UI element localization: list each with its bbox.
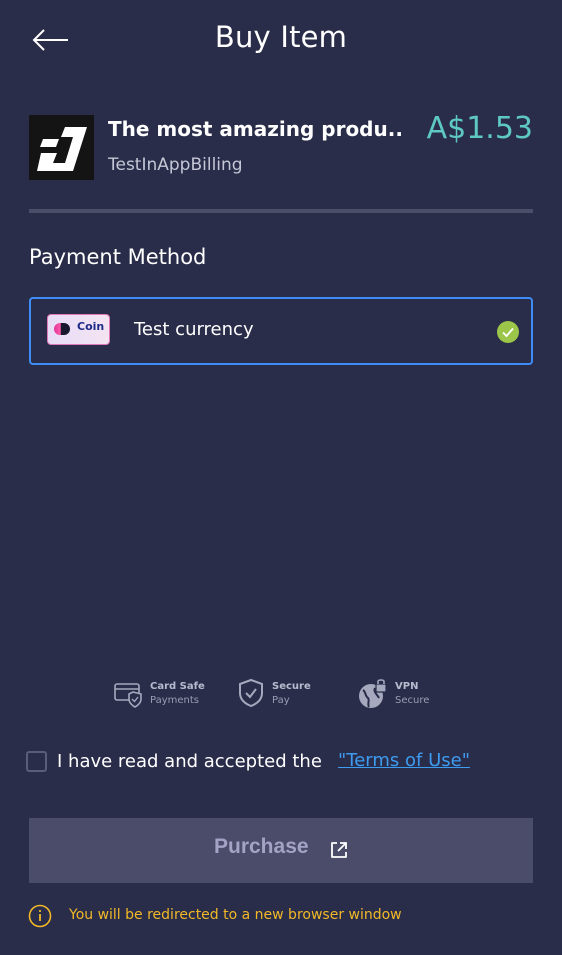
shield-check-icon: [239, 678, 263, 708]
coin-logo: Coin: [47, 314, 110, 345]
trust-badge-subtitle: Secure: [395, 695, 430, 706]
coin-badge-text: Coin: [77, 320, 105, 333]
trust-badge-card-safe: Card Safe Payments: [114, 676, 214, 712]
product-summary: The most amazing produ.. TestInAppBillin…: [29, 111, 533, 181]
terms-of-use-link[interactable]: "Terms of Use": [338, 750, 470, 771]
trust-badge-title: Secure: [272, 681, 311, 692]
terms-checkbox[interactable]: [26, 751, 47, 772]
payment-option-label: Test currency: [134, 319, 254, 340]
terms-row: I have read and accepted the "Terms of U…: [26, 750, 546, 776]
external-link-icon: [331, 842, 347, 858]
header: Buy Item: [0, 0, 562, 80]
payment-option-test-currency[interactable]: Coin Test currency: [29, 297, 533, 365]
payment-method-heading: Payment Method: [29, 245, 207, 269]
trust-badge-subtitle: Payments: [150, 695, 199, 706]
product-price: A$1.53: [426, 111, 533, 146]
app-logo-icon: [29, 115, 94, 180]
coin-icon: [54, 323, 70, 335]
trust-badge-title: VPN: [395, 681, 419, 692]
check-circle-icon: [497, 321, 519, 343]
trust-badges: Card Safe Payments Secure Pay VPN Secure: [0, 676, 562, 716]
product-name: The most amazing produ..: [108, 117, 403, 141]
card-shield-icon: [114, 683, 142, 708]
redirect-notice-text: You will be redirected to a new browser …: [69, 907, 402, 923]
page-title: Buy Item: [214, 20, 348, 54]
purchase-label: Purchase: [214, 835, 309, 858]
redirect-notice: You will be redirected to a new browser …: [28, 904, 548, 930]
trust-badge-subtitle: Pay: [272, 695, 290, 706]
product-app-name: TestInAppBilling: [108, 155, 243, 175]
purchase-button[interactable]: Purchase: [29, 818, 533, 883]
trust-badge-vpn: VPN Secure: [357, 676, 437, 712]
divider: [29, 209, 533, 213]
trust-badge-secure-pay: Secure Pay: [238, 676, 318, 712]
globe-lock-icon: [359, 679, 387, 708]
trust-badge-title: Card Safe: [150, 681, 205, 692]
terms-text: I have read and accepted the: [57, 751, 322, 772]
info-icon: [28, 904, 52, 928]
